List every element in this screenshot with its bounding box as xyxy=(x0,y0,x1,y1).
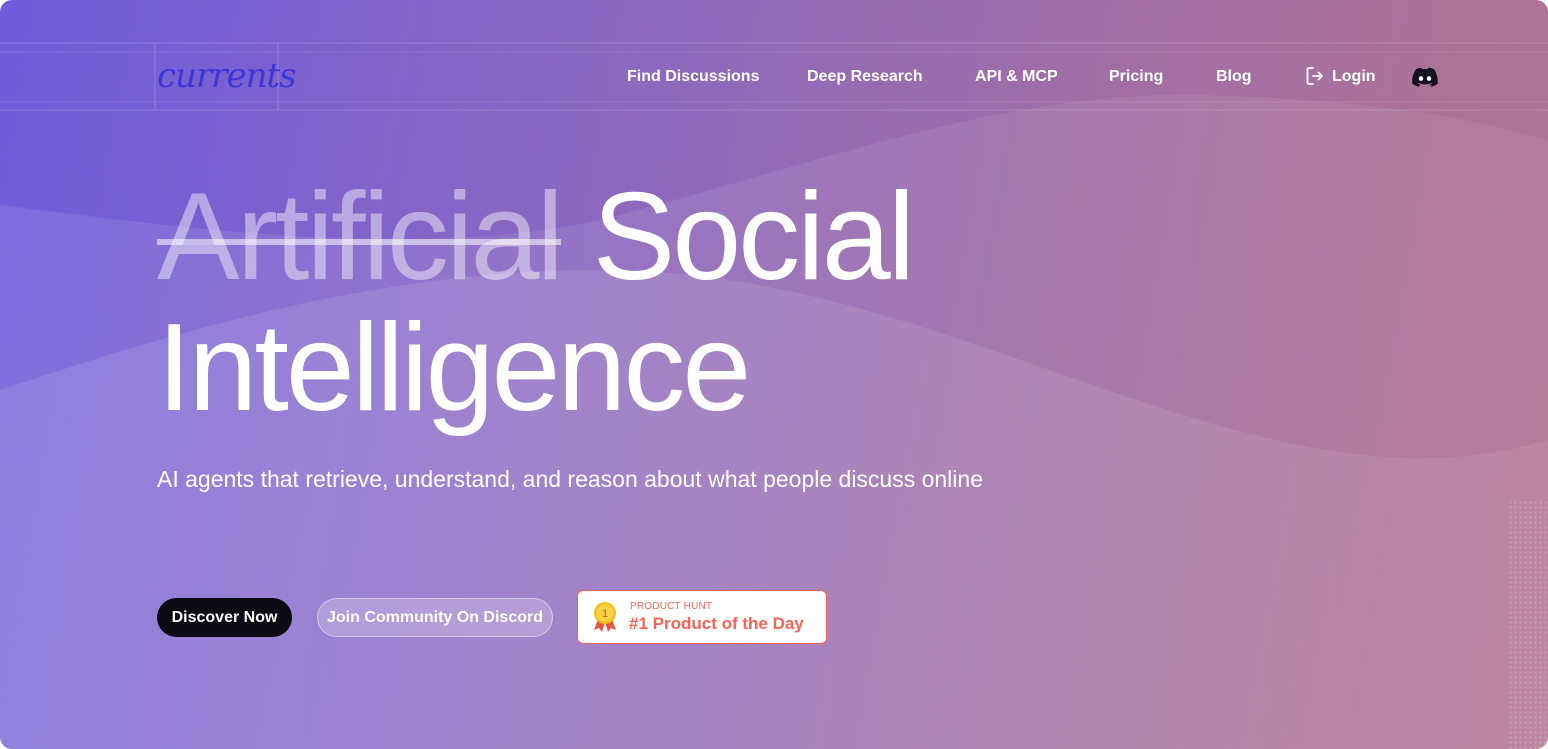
nav-blog[interactable]: Blog xyxy=(1216,64,1252,90)
nav-api-mcp[interactable]: API & MCP xyxy=(975,64,1058,90)
dot-pattern xyxy=(1508,500,1548,749)
discord-icon[interactable] xyxy=(1412,67,1438,87)
nav-deep-research[interactable]: Deep Research xyxy=(807,64,923,90)
nav-pricing[interactable]: Pricing xyxy=(1109,64,1163,90)
hero-subtitle: AI agents that retrieve, understand, and… xyxy=(157,466,983,492)
product-of-the-day-label: #1 Product of the Day xyxy=(629,614,804,633)
headline-word-intelligence: Intelligence xyxy=(157,299,751,437)
nav-find-discussions[interactable]: Find Discussions xyxy=(627,64,759,90)
join-discord-button[interactable]: Join Community On Discord xyxy=(317,598,553,637)
product-hunt-label: PRODUCT HUNT xyxy=(630,601,713,612)
struck-word: Artificial xyxy=(157,168,564,306)
discover-now-button[interactable]: Discover Now xyxy=(157,598,292,637)
headline-word-social: Social xyxy=(592,168,916,306)
landing-page: currents Find Discussions Deep Research … xyxy=(0,0,1548,749)
log-in-icon[interactable] xyxy=(1306,66,1324,86)
login-link[interactable]: Login xyxy=(1332,64,1376,90)
hero-headline: Artificial Social Intelligence xyxy=(157,172,915,437)
medal-icon: 1 xyxy=(594,602,616,632)
product-hunt-badge[interactable]: 1 PRODUCT HUNT #1 Product of the Day xyxy=(577,590,827,644)
medal-number: 1 xyxy=(602,608,608,620)
